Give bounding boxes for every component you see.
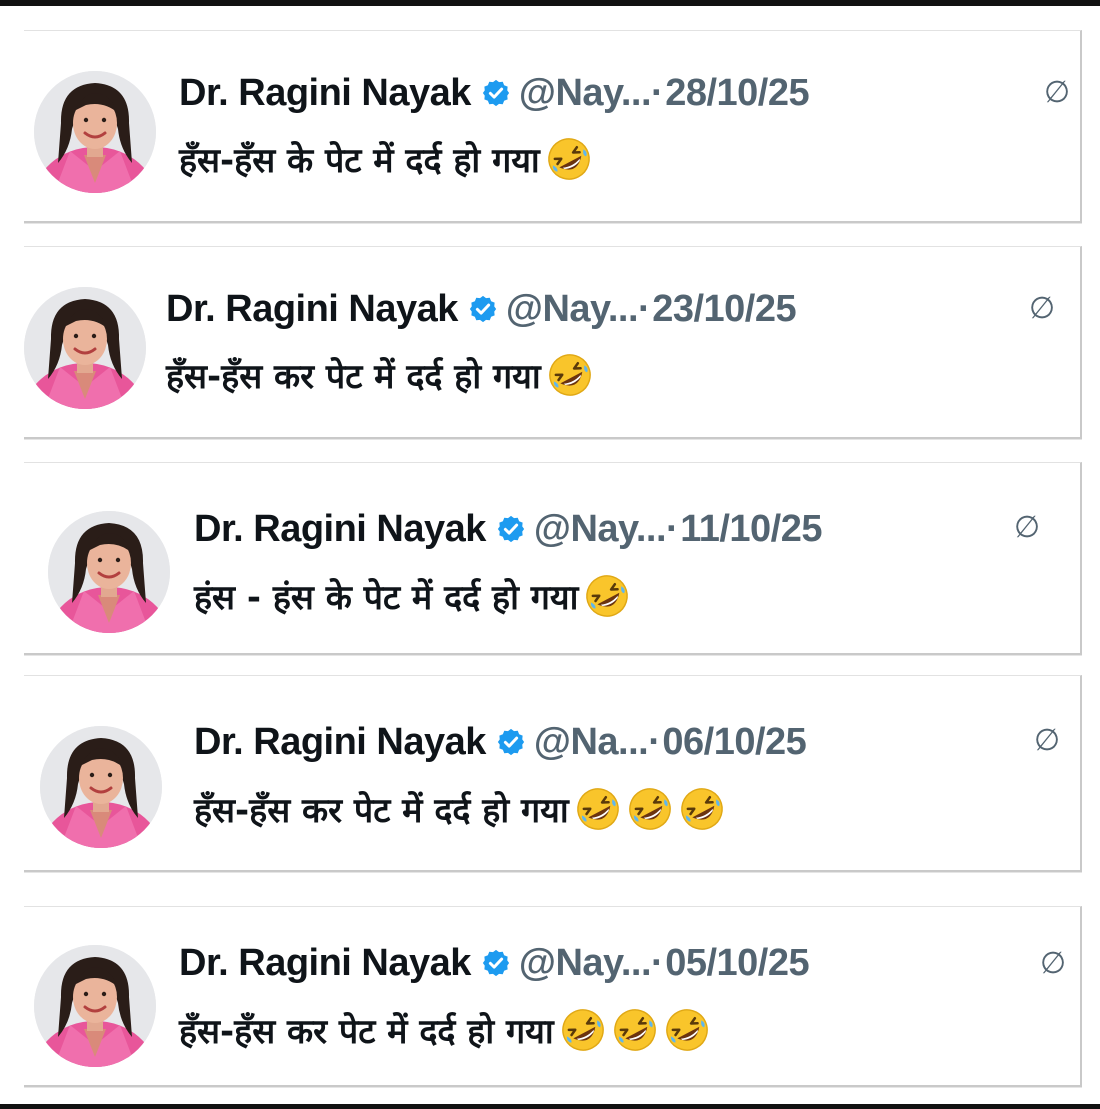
- tweet-text: हंस - हंस के पेट में दर्द हो गया: [194, 573, 630, 621]
- separator-dot: ·: [651, 942, 664, 984]
- rofl-emoji-icon: [612, 1007, 658, 1053]
- avatar-photo: [48, 511, 170, 633]
- grok-icon[interactable]: ∅: [1044, 76, 1070, 110]
- tweet-header: Dr. Ragini Nayak @Nay...·05/10/25: [179, 941, 810, 985]
- tweet-text: हँस-हँस कर पेट में दर्द हो गया: [166, 352, 593, 400]
- avatar[interactable]: [48, 511, 170, 633]
- tweet-card[interactable]: Dr. Ragini Nayak @Na...·06/10/25 ∅ हँस-हँ…: [24, 675, 1082, 872]
- author-name[interactable]: Dr. Ragini Nayak: [179, 942, 471, 984]
- author-handle[interactable]: @Nay...: [506, 288, 639, 330]
- rofl-emoji-icon: [547, 352, 593, 398]
- rofl-emoji-icon: [627, 786, 673, 832]
- avatar[interactable]: [24, 287, 146, 409]
- tweet-header: Dr. Ragini Nayak @Nay...·28/10/25: [179, 71, 810, 115]
- avatar[interactable]: [34, 945, 156, 1067]
- tweet-card[interactable]: Dr. Ragini Nayak @Nay...·23/10/25 ∅ हँस-ह…: [24, 246, 1082, 439]
- tweet-header: Dr. Ragini Nayak @Nay...·11/10/25: [194, 507, 823, 551]
- rofl-emoji-icon: [664, 1007, 710, 1053]
- separator-dot: ·: [651, 72, 664, 114]
- grok-icon[interactable]: ∅: [1034, 724, 1060, 758]
- author-handle[interactable]: @Na...: [534, 721, 649, 763]
- rofl-emoji-icon: [546, 136, 592, 182]
- tweet-header: Dr. Ragini Nayak @Na...·06/10/25: [194, 720, 807, 764]
- tweet-header: Dr. Ragini Nayak @Nay...·23/10/25: [166, 287, 797, 331]
- author-handle[interactable]: @Nay...: [519, 942, 652, 984]
- tweet-date[interactable]: 11/10/25: [680, 508, 822, 550]
- author-name[interactable]: Dr. Ragini Nayak: [194, 721, 486, 763]
- author-name[interactable]: Dr. Ragini Nayak: [179, 72, 471, 114]
- separator-dot: ·: [666, 508, 679, 550]
- tweet-date[interactable]: 05/10/25: [665, 942, 809, 984]
- grok-icon[interactable]: ∅: [1014, 511, 1040, 545]
- verified-badge-icon: [496, 727, 526, 757]
- rofl-emoji-icon: [560, 1007, 606, 1053]
- rofl-emoji-icon: [679, 786, 725, 832]
- tweet-card[interactable]: Dr. Ragini Nayak @Nay...·05/10/25 ∅ हँस-ह…: [24, 906, 1082, 1087]
- tweet-text-content: हँस-हँस कर पेट में दर्द हो गया: [179, 1012, 554, 1052]
- separator-dot: ·: [638, 288, 651, 330]
- author-handle[interactable]: @Nay...: [519, 72, 652, 114]
- author-name[interactable]: Dr. Ragini Nayak: [166, 288, 458, 330]
- avatar-photo: [34, 71, 156, 193]
- avatar[interactable]: [34, 71, 156, 193]
- tweet-text: हँस-हँस कर पेट में दर्द हो गया: [194, 786, 725, 834]
- avatar-photo: [34, 945, 156, 1067]
- tweet-card[interactable]: Dr. Ragini Nayak @Nay...·28/10/25 ∅ हँस-ह…: [24, 30, 1082, 223]
- tweet-date[interactable]: 28/10/25: [665, 72, 809, 114]
- grok-icon[interactable]: ∅: [1040, 947, 1066, 981]
- tweet-date[interactable]: 23/10/25: [652, 288, 796, 330]
- tweet-card[interactable]: Dr. Ragini Nayak @Nay...·11/10/25 ∅ हंस -…: [24, 462, 1082, 655]
- avatar-photo: [24, 287, 146, 409]
- avatar[interactable]: [40, 726, 162, 848]
- verified-badge-icon: [496, 514, 526, 544]
- verified-badge-icon: [468, 294, 498, 324]
- bottom-border: [0, 1104, 1100, 1109]
- top-border: [0, 0, 1100, 6]
- avatar-photo: [40, 726, 162, 848]
- tweet-text: हँस-हँस के पेट में दर्द हो गया: [179, 136, 592, 184]
- tweet-date[interactable]: 06/10/25: [662, 721, 806, 763]
- tweet-text-content: हंस - हंस के पेट में दर्द हो गया: [194, 578, 579, 618]
- tweet-text-content: हँस-हँस कर पेट में दर्द हो गया: [166, 357, 541, 397]
- verified-badge-icon: [481, 78, 511, 108]
- grok-icon[interactable]: ∅: [1029, 292, 1055, 326]
- separator-dot: ·: [648, 721, 661, 763]
- rofl-emoji-icon: [584, 573, 630, 619]
- tweet-text-content: हँस-हँस के पेट में दर्द हो गया: [179, 141, 540, 181]
- verified-badge-icon: [481, 948, 511, 978]
- author-handle[interactable]: @Nay...: [534, 508, 667, 550]
- tweet-text: हँस-हँस कर पेट में दर्द हो गया: [179, 1007, 710, 1055]
- tweet-text-content: हँस-हँस कर पेट में दर्द हो गया: [194, 791, 569, 831]
- rofl-emoji-icon: [575, 786, 621, 832]
- author-name[interactable]: Dr. Ragini Nayak: [194, 508, 486, 550]
